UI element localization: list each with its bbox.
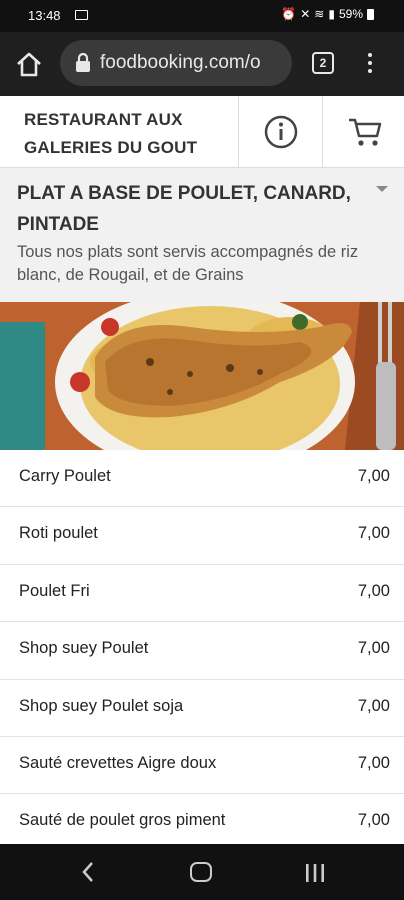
url-text: foodbooking.com/o [100,52,261,73]
item-name: Sauté de poulet gros piment [19,811,226,830]
item-name: Carry Poulet [19,467,111,485]
category-section: PLAT A BASE DE POULET, CANARD, PINTADE T… [0,168,404,302]
item-price: 7,00 [357,467,390,485]
wifi-icon: ≋ [314,7,325,21]
item-name: Roti poulet [19,524,98,543]
menu-item[interactable]: Shop suey Poulet soja 7,00 [0,679,404,737]
info-button[interactable] [238,96,322,168]
item-price: 7,00 [357,753,390,772]
home-icon[interactable] [14,50,44,78]
menu-item[interactable]: Shop suey Poulet 7,00 [0,622,404,680]
menu-item[interactable]: Roti poulet 7,00 [0,507,404,565]
menu-list: Carry Poulet 7,00 Roti poulet 7,00 Poule… [0,450,404,852]
back-icon[interactable] [80,860,96,889]
battery-percent: 59% [338,7,363,21]
item-name: Shop suey Poulet [19,639,149,658]
restaurant-header: RESTAURANT AUX GALERIES DU GOUT [0,96,404,168]
info-icon [264,115,298,149]
menu-item[interactable]: Carry Poulet 7,00 [0,450,404,508]
signal-icon: ▮ [328,7,335,21]
battery-icon [367,8,374,20]
category-title[interactable]: PLAT A BASE DE POULET, CANARD, PINTADE [17,178,372,240]
item-name: Poulet Fri [19,581,90,600]
item-price: 7,00 [357,696,390,715]
category-description: Tous nos plats sont servis accompagnés d… [17,243,359,284]
item-name: Sauté crevettes Aigre doux [19,753,217,772]
category-image [0,302,404,450]
item-name: Shop suey Poulet soja [19,696,184,715]
status-indicators: ⏰ ✕ ≋ ▮ 59% [281,7,374,21]
caret-down-icon[interactable] [376,186,388,192]
nav-home-icon[interactable] [190,862,212,882]
cart-icon [349,118,382,146]
item-price: 7,00 [357,639,390,658]
alarm-icon: ⏰ [281,7,297,21]
status-bar: 13:48 ⏰ ✕ ≋ ▮ 59% [0,0,404,32]
menu-item[interactable]: Sauté crevettes Aigre doux 7,00 [0,736,404,795]
more-vert-icon[interactable] [360,50,380,78]
status-time: 13:48 [28,8,61,23]
cart-button[interactable] [322,96,404,168]
lock-icon [74,52,92,73]
mute-icon: ✕ [300,7,311,21]
item-price: 7,00 [357,524,390,543]
item-price: 7,00 [357,811,390,830]
recent-apps-icon[interactable] [304,863,326,888]
address-bar[interactable]: foodbooking.com/o [60,40,292,86]
tab-switcher-icon[interactable]: 2 [312,52,334,74]
system-nav-bar [0,844,404,900]
browser-toolbar: foodbooking.com/o 2 [0,32,404,96]
restaurant-name[interactable]: RESTAURANT AUX GALERIES DU GOUT [24,106,224,162]
message-icon [75,10,88,20]
menu-item[interactable]: Poulet Fri 7,00 [0,564,404,623]
item-price: 7,00 [357,581,390,600]
